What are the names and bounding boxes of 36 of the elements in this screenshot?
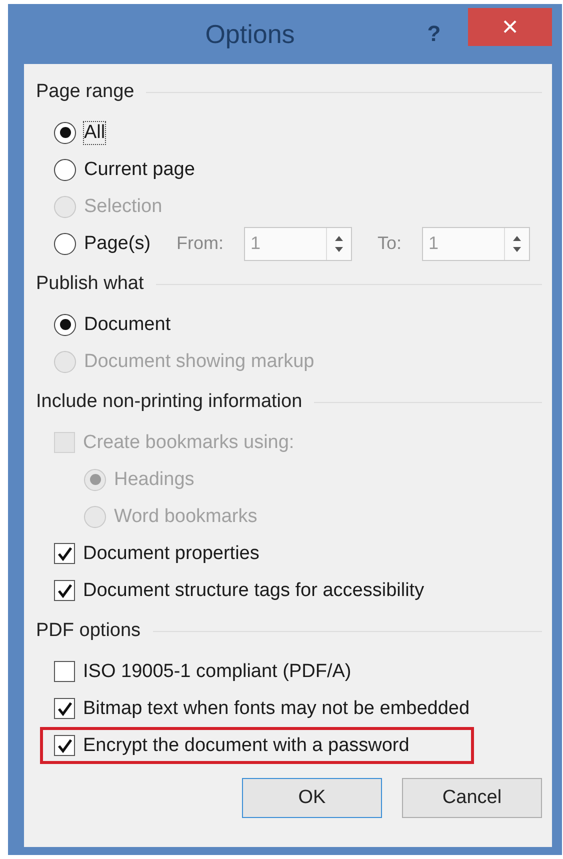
section-heading: Include non-printing information [36,391,302,413]
section-heading: PDF options [36,620,141,642]
to-label: To: [378,233,402,254]
to-spinner[interactable]: 1 [422,226,530,260]
radio-button[interactable] [54,232,76,254]
radio-label: Document [84,314,171,336]
checkbox-label: Encrypt the document with a password [83,734,410,756]
checkbox[interactable] [54,735,75,756]
section-heading: Page range [36,81,134,103]
checkbox[interactable] [54,580,75,601]
radio-label: Headings [114,468,194,490]
radio-label: Document showing markup [84,350,314,372]
window-title: Options [204,18,296,50]
section-heading: Publish what [36,273,144,295]
from-label: From: [176,233,224,254]
radio-label: Word bookmarks [114,506,258,528]
checkbox[interactable] [54,698,75,719]
help-button[interactable]: ? [416,21,452,47]
ok-button[interactable]: OK [242,778,382,818]
checkbox[interactable] [54,661,75,682]
cancel-button[interactable]: Cancel [402,778,542,818]
checkbox-label: ISO 19005-1 compliant (PDF/A) [83,660,352,682]
radio-label: All [84,122,106,144]
radio-button[interactable] [54,122,76,144]
checkbox[interactable] [54,543,75,564]
checkbox-label: Document structure tags for accessibility [83,580,424,602]
radio-button[interactable] [54,314,76,336]
radio-label: Selection [84,196,162,218]
checkbox-label: Document properties [83,542,260,564]
close-button[interactable]: × [468,8,552,46]
radio-button[interactable] [54,158,76,180]
checkbox-label: Bitmap text when fonts may not be embedded [83,698,470,720]
from-spinner[interactable]: 1 [244,226,352,260]
checkbox-label: Create bookmarks using: [83,432,294,454]
radio-label: Current page [84,158,195,180]
radio-label: Page(s) [84,232,151,254]
